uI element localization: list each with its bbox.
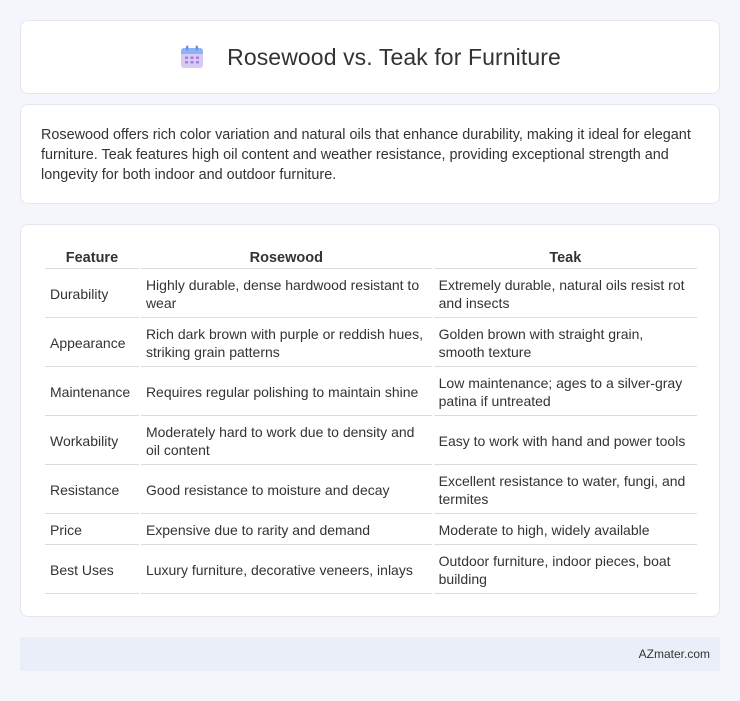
header-rosewood: Rosewood — [140, 245, 432, 269]
rosewood-cell: Good resistance to moisture and decay — [140, 465, 432, 514]
table-row: Best Uses Luxury furniture, decorative v… — [45, 545, 697, 594]
table-card: Feature Rosewood Teak Durability Highly … — [20, 224, 720, 617]
table-header-row: Feature Rosewood Teak — [45, 245, 697, 269]
title-wrap: Rosewood vs. Teak for Furniture — [179, 44, 561, 71]
feature-cell: Workability — [45, 416, 139, 465]
feature-cell: Price — [45, 514, 139, 545]
teak-cell: Outdoor furniture, indoor pieces, boat b… — [433, 545, 697, 594]
feature-cell: Best Uses — [45, 545, 139, 594]
table-row: Durability Highly durable, dense hardwoo… — [45, 269, 697, 318]
rosewood-cell: Expensive due to rarity and demand — [140, 514, 432, 545]
teak-cell: Low maintenance; ages to a silver-gray p… — [433, 367, 697, 416]
table-row: Workability Moderately hard to work due … — [45, 416, 697, 465]
feature-cell: Resistance — [45, 465, 139, 514]
calendar-icon — [181, 45, 204, 68]
feature-cell: Appearance — [45, 318, 139, 367]
teak-cell: Easy to work with hand and power tools — [433, 416, 697, 465]
teak-cell: Extremely durable, natural oils resist r… — [433, 269, 697, 318]
rosewood-cell: Moderately hard to work due to density a… — [140, 416, 432, 465]
comparison-table: Feature Rosewood Teak Durability Highly … — [43, 245, 699, 594]
table-row: Resistance Good resistance to moisture a… — [45, 465, 697, 514]
header-feature: Feature — [45, 245, 139, 269]
intro-card: Rosewood offers rich color variation and… — [20, 104, 720, 204]
teak-cell: Excellent resistance to water, fungi, an… — [433, 465, 697, 514]
table-row: Appearance Rich dark brown with purple o… — [45, 318, 697, 367]
rosewood-cell: Rich dark brown with purple or reddish h… — [140, 318, 432, 367]
feature-cell: Maintenance — [45, 367, 139, 416]
title-card: Rosewood vs. Teak for Furniture — [20, 20, 720, 94]
rosewood-cell: Requires regular polishing to maintain s… — [140, 367, 432, 416]
footer-credit: AZmater.com — [638, 647, 710, 661]
page-title: Rosewood vs. Teak for Furniture — [227, 43, 561, 70]
feature-cell: Durability — [45, 269, 139, 318]
header-teak: Teak — [433, 245, 697, 269]
footer: AZmater.com — [20, 637, 720, 671]
rosewood-cell: Highly durable, dense hardwood resistant… — [140, 269, 432, 318]
table-row: Maintenance Requires regular polishing t… — [45, 367, 697, 416]
intro-text: Rosewood offers rich color variation and… — [41, 127, 691, 183]
teak-cell: Moderate to high, widely available — [433, 514, 697, 545]
teak-cell: Golden brown with straight grain, smooth… — [433, 318, 697, 367]
table-row: Price Expensive due to rarity and demand… — [45, 514, 697, 545]
rosewood-cell: Luxury furniture, decorative veneers, in… — [140, 545, 432, 594]
